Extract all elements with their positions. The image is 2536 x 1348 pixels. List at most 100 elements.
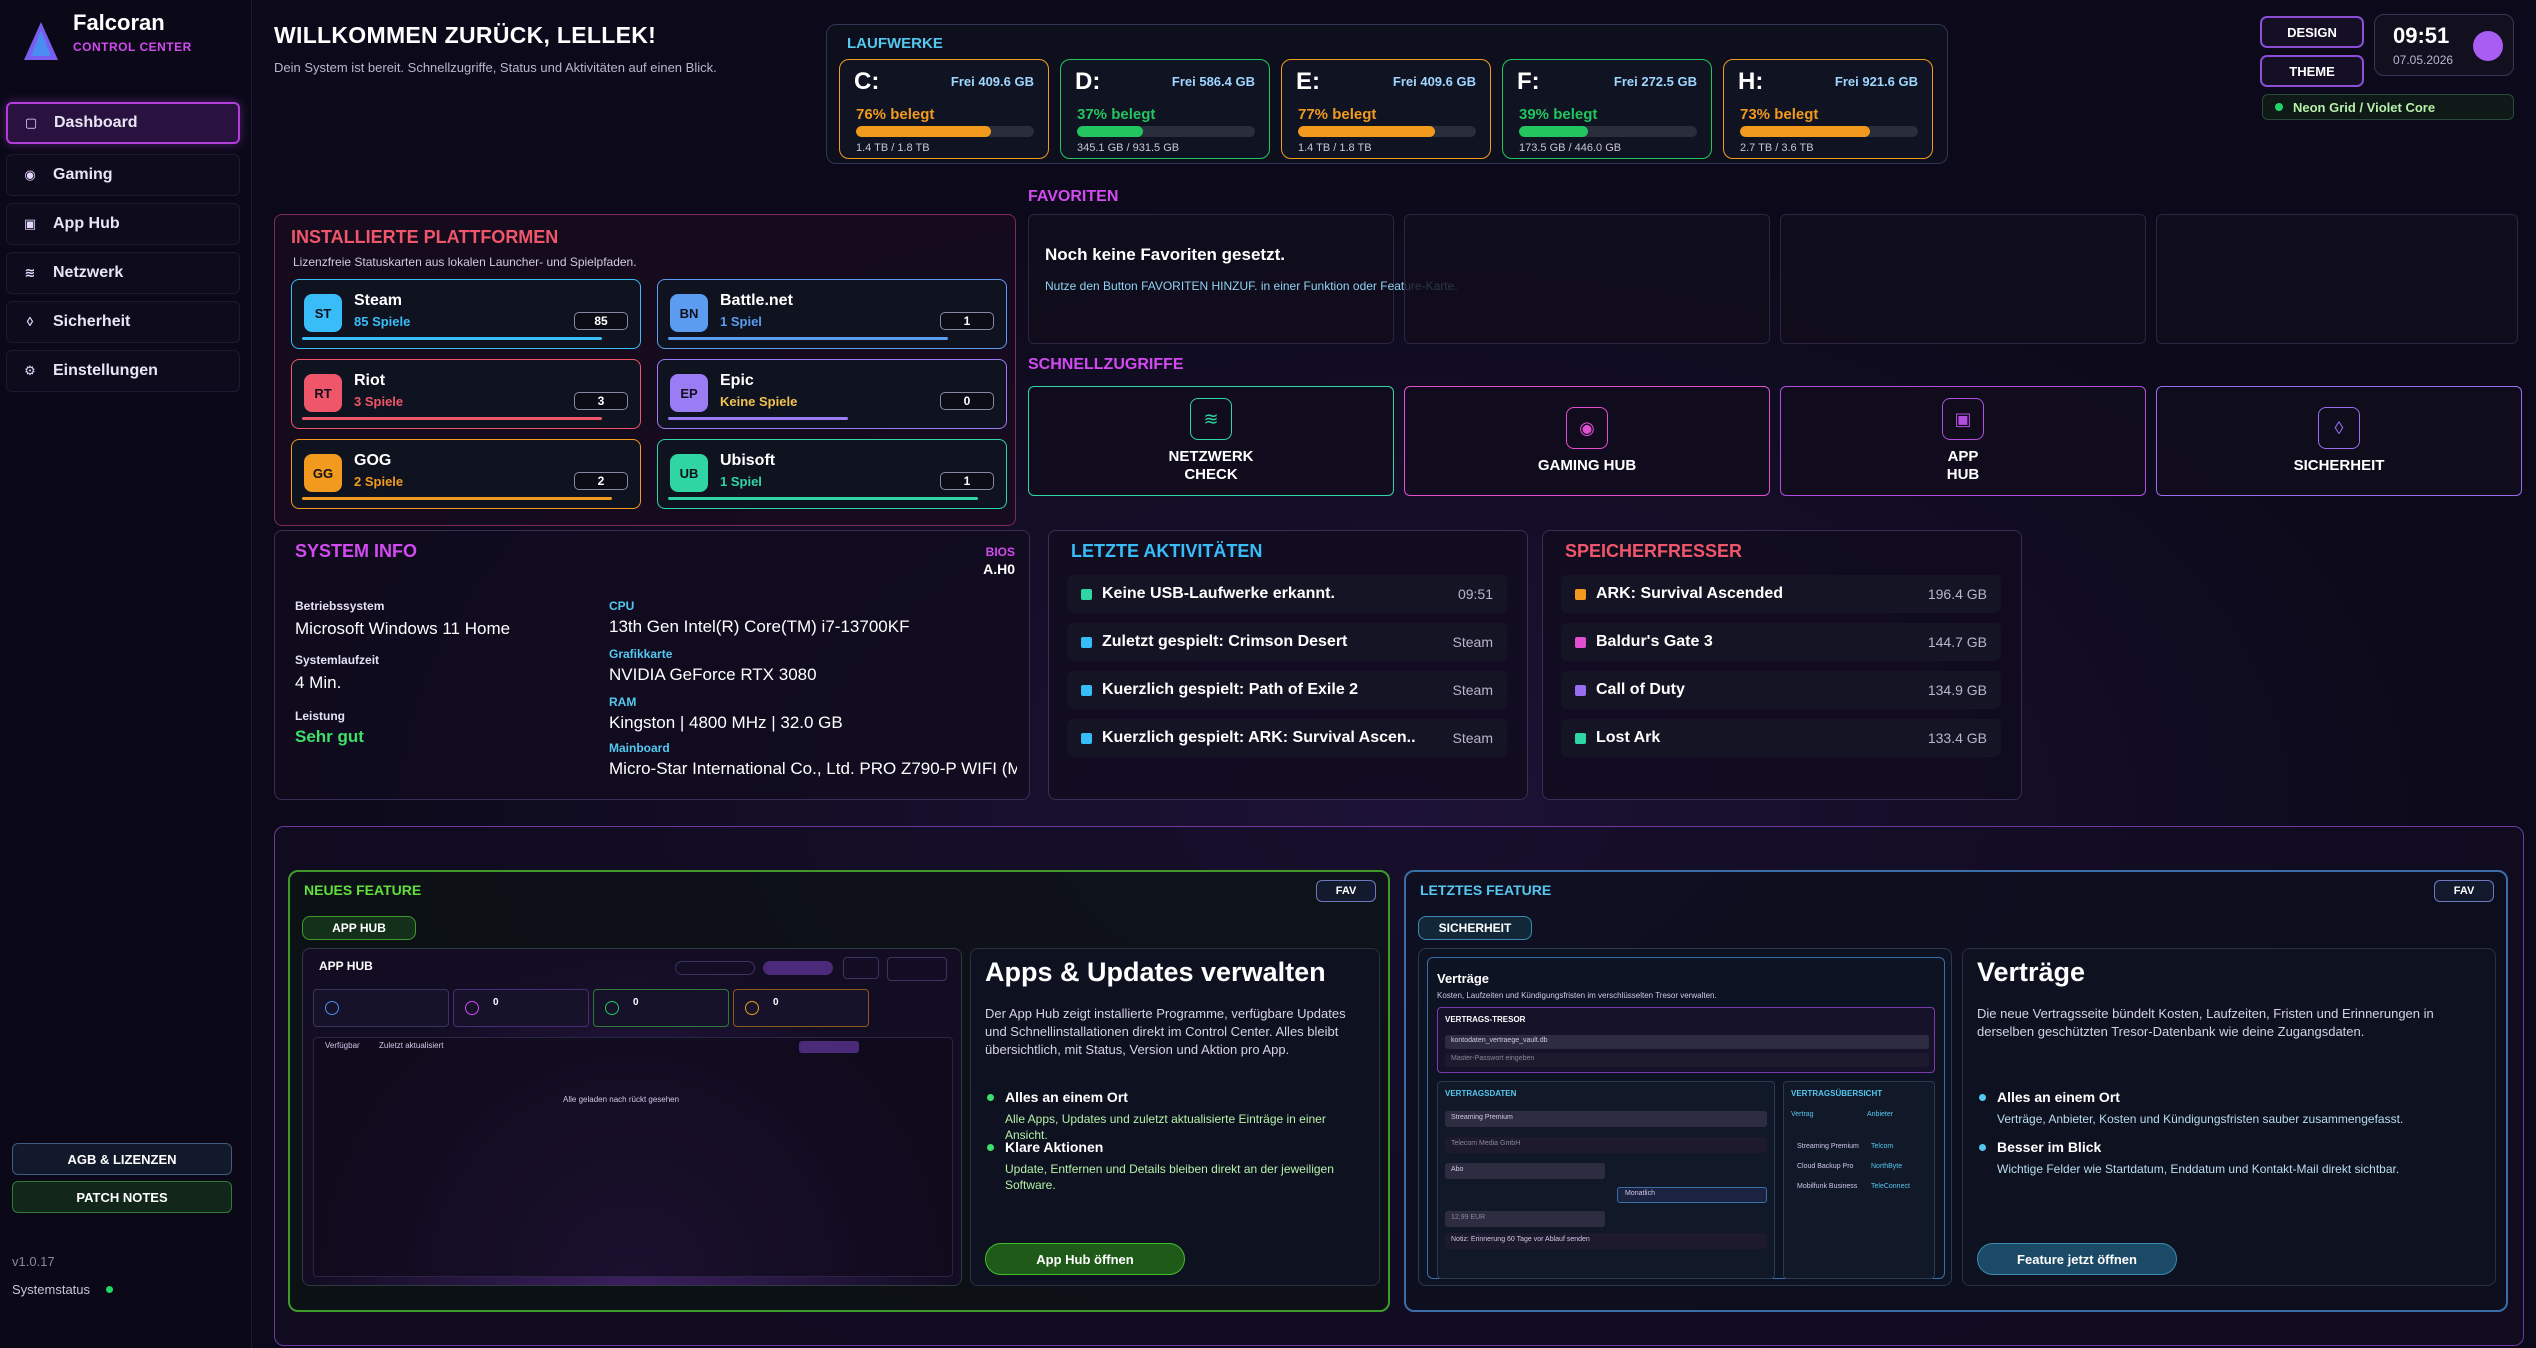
nav-gaming[interactable]: ◉ Gaming bbox=[6, 154, 240, 196]
bullet-title: Klare Aktionen bbox=[985, 1139, 1365, 1155]
drive-card[interactable]: E: Frei 409.6 GB 77% belegt 1.4 TB / 1.8 TB bbox=[1281, 59, 1491, 159]
platform-count-badge: 85 bbox=[574, 312, 628, 330]
fav-button[interactable]: FAV bbox=[2434, 880, 2494, 902]
os-value: Microsoft Windows 11 Home bbox=[295, 619, 511, 638]
preview-cell: Cloud Backup Pro bbox=[1797, 1163, 1854, 1170]
feature-text: Der App Hub zeigt installierte Programme… bbox=[985, 1006, 1346, 1057]
storage-item-text: Baldur's Gate 3 bbox=[1596, 633, 1713, 650]
nav-label: Einstellungen bbox=[53, 362, 158, 379]
clock-time: 09:51 bbox=[2393, 23, 2450, 48]
drive-usage-bar bbox=[856, 126, 1034, 137]
fav-button[interactable]: FAV bbox=[1316, 880, 1376, 902]
bullet-title: Alles an einem Ort bbox=[985, 1089, 1365, 1105]
activity-meta: Steam bbox=[1452, 682, 1493, 698]
page-title: WILLKOMMEN ZURÜCK, LELLEK! bbox=[274, 22, 657, 48]
bullet-title: Alles an einem Ort bbox=[1977, 1089, 2477, 1105]
drive-size: 2.7 TB / 3.6 TB bbox=[1740, 142, 1814, 154]
theme-indicator: Neon Grid / Violet Core bbox=[2262, 94, 2514, 120]
drive-percent: 76% belegt bbox=[856, 106, 935, 123]
platform-bar bbox=[302, 417, 602, 420]
preview-vault-file: kontodaten_vertraege_vault.db bbox=[1451, 1037, 1548, 1044]
preview-field: Streaming Premium bbox=[1451, 1114, 1513, 1121]
platform-card[interactable]: ST Steam 85 Spiele 85 bbox=[291, 279, 641, 349]
favorite-slot bbox=[2156, 214, 2518, 344]
preview-cell: Telcom bbox=[1871, 1143, 1894, 1150]
gear-icon: ⚙ bbox=[24, 363, 36, 378]
platform-card[interactable]: RT Riot 3 Spiele 3 bbox=[291, 359, 641, 429]
version-label: v1.0.17 bbox=[12, 1254, 55, 1269]
drive-card[interactable]: F: Frei 272.5 GB 39% belegt 173.5 GB / 446.… bbox=[1502, 59, 1712, 159]
agb-button[interactable]: AGB & LIZENZEN bbox=[12, 1143, 232, 1175]
feature-preview-screenshot: APP HUB 0 0 0 Verfügbar Zuletzt aktualis… bbox=[302, 948, 962, 1286]
nav-einstellungen[interactable]: ⚙ Einstellungen bbox=[6, 350, 240, 392]
last-feature-heading: LETZTES FEATURE bbox=[1420, 882, 1552, 898]
nav-label: Dashboard bbox=[54, 114, 138, 131]
drive-free: Frei 586.4 GB bbox=[1171, 74, 1255, 89]
open-app-hub-button[interactable]: App Hub öffnen bbox=[985, 1243, 1185, 1275]
nav-app-hub[interactable]: ▣ App Hub bbox=[6, 203, 240, 245]
cpu-value: 13th Gen Intel(R) Core(TM) i7-13700KF bbox=[609, 617, 910, 636]
drive-free: Frei 921.6 GB bbox=[1834, 74, 1918, 89]
platform-card[interactable]: BN Battle.net 1 Spiel 1 bbox=[657, 279, 1007, 349]
patch-notes-button[interactable]: PATCH NOTES bbox=[12, 1181, 232, 1213]
platform-count-label: Keine Spiele bbox=[720, 394, 798, 409]
clock-date: 07.05.2026 bbox=[2393, 53, 2454, 67]
drive-usage-bar bbox=[1077, 126, 1255, 137]
activity-meta: Steam bbox=[1452, 730, 1493, 746]
platform-card[interactable]: GG GOG 2 Spiele 2 bbox=[291, 439, 641, 509]
preview-vault-password: Master-Passwort eingeben bbox=[1451, 1055, 1535, 1062]
drive-card[interactable]: H: Frei 921.6 GB 73% belegt 2.7 TB / 3.6 TB bbox=[1723, 59, 1933, 159]
platform-icon: RT bbox=[304, 374, 342, 412]
status-square bbox=[1575, 732, 1586, 744]
drives-panel: LAUFWERKE C: Frei 409.6 GB 76% belegt 1.4 T… bbox=[826, 24, 1948, 164]
preview-stat: 0 bbox=[493, 997, 499, 1008]
drive-free: Frei 409.6 GB bbox=[950, 74, 1034, 89]
avatar[interactable] bbox=[2473, 31, 2503, 61]
design-button[interactable]: DESIGN bbox=[2260, 16, 2364, 48]
platform-count-label: 85 Spiele bbox=[354, 314, 411, 329]
system-status: Systemstatus bbox=[12, 1282, 114, 1297]
platform-bar bbox=[668, 417, 848, 420]
storage-item-row: Lost Ark 133.4 GB bbox=[1561, 719, 2001, 757]
nav-netzwerk[interactable]: ≋ Netzwerk bbox=[6, 252, 240, 294]
activities-panel: LETZTE AKTIVITÄTEN Keine USB-Laufwerke e… bbox=[1048, 530, 1528, 800]
feature-text: Die neue Vertragsseite bündelt Kosten, L… bbox=[1977, 1006, 2434, 1039]
platform-count-badge: 1 bbox=[940, 472, 994, 490]
platform-count-badge: 0 bbox=[940, 392, 994, 410]
platform-count-badge: 3 bbox=[574, 392, 628, 410]
activity-row: Kuerzlich gespielt: ARK: Survival Ascen.… bbox=[1067, 719, 1507, 757]
status-square bbox=[1081, 588, 1092, 600]
quick-access-tile[interactable]: ▣ APP HUB bbox=[1780, 386, 2146, 496]
drive-card[interactable]: D: Frei 586.4 GB 37% belegt 345.1 GB / 931.… bbox=[1060, 59, 1270, 159]
dashboard-icon: ▢ bbox=[24, 115, 38, 130]
drive-letter: D: bbox=[1075, 68, 1101, 95]
drive-percent: 37% belegt bbox=[1077, 106, 1156, 123]
nav-sicherheit[interactable]: ◊ Sicherheit bbox=[6, 301, 240, 343]
nav-dashboard[interactable]: ▢ Dashboard bbox=[6, 102, 240, 144]
bag-icon: ▣ bbox=[1942, 398, 1984, 440]
drive-card[interactable]: C: Frei 409.6 GB 76% belegt 1.4 TB / 1.8 TB bbox=[839, 59, 1049, 159]
platform-card[interactable]: EP Epic Keine Spiele 0 bbox=[657, 359, 1007, 429]
drive-size: 345.1 GB / 931.5 GB bbox=[1077, 142, 1180, 154]
quick-access-label: GAMING HUB bbox=[1537, 457, 1637, 474]
theme-name: Neon Grid / Violet Core bbox=[2293, 99, 2436, 115]
eye-icon: ◉ bbox=[1566, 407, 1608, 449]
preview-cell: Streaming Premium bbox=[1797, 1143, 1859, 1150]
quick-access-tile[interactable]: ◉ GAMING HUB bbox=[1404, 386, 1770, 496]
storage-hogs-title: SPEICHERFRESSER bbox=[1565, 541, 1743, 561]
theme-button[interactable]: THEME bbox=[2260, 55, 2364, 87]
storage-item-meta: 144.7 GB bbox=[1927, 634, 1987, 650]
activity-row: Zuletzt gespielt: Crimson Desert Steam bbox=[1067, 623, 1507, 661]
feature-title: Verträge bbox=[1977, 957, 2086, 987]
quick-access-tile[interactable]: ◊ SICHERHEIT bbox=[2156, 386, 2522, 496]
status-square bbox=[1575, 588, 1586, 600]
quick-access-tile[interactable]: ≋ NETZWERK CHECK bbox=[1028, 386, 1394, 496]
open-feature-button[interactable]: Feature jetzt öffnen bbox=[1977, 1243, 2177, 1275]
platform-card[interactable]: UB Ubisoft 1 Spiel 1 bbox=[657, 439, 1007, 509]
platform-count-label: 2 Spiele bbox=[354, 474, 404, 489]
favorites-title: FAVORITEN bbox=[1028, 188, 1119, 205]
preview-title: Verträge bbox=[1437, 971, 1490, 986]
preview-title: APP HUB bbox=[319, 959, 373, 973]
performance-value: Sehr gut bbox=[295, 727, 364, 746]
preview-tab: Verfügbar bbox=[325, 1041, 360, 1050]
